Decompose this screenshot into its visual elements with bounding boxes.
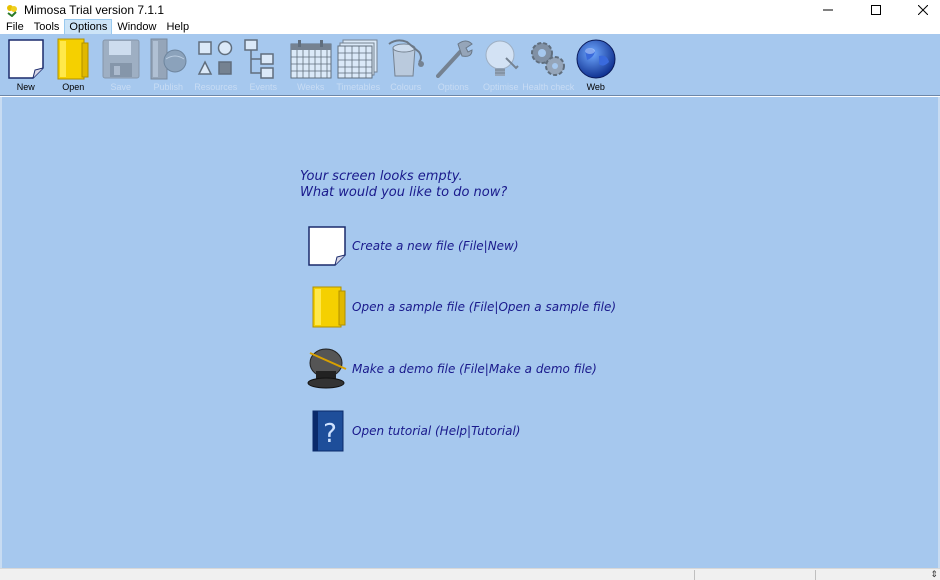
toolbar-label: Options — [437, 82, 469, 92]
resize-grip-icon[interactable]: ⇕ — [930, 569, 938, 580]
menu-file[interactable]: File — [2, 20, 28, 34]
action-label: Create a new file (File|New) — [352, 239, 519, 253]
toolbar-label: Health check — [522, 82, 575, 92]
make-demo-file-link[interactable]: Make a demo file (File|Make a demo file) — [305, 346, 597, 392]
toolbar-health-check-button[interactable]: Health check — [522, 34, 575, 96]
menu-tools[interactable]: Tools — [30, 20, 64, 34]
toolbar-label: Resources — [194, 82, 238, 92]
close-button[interactable] — [907, 0, 938, 20]
paint-bucket-icon — [384, 36, 428, 82]
status-divider — [694, 570, 695, 580]
lightbulb-icon — [479, 36, 523, 82]
globe-icon — [574, 36, 618, 82]
action-label: Open a sample file (File|Open a sample f… — [352, 300, 617, 314]
action-label: Make a demo file (File|Make a demo file) — [352, 362, 597, 376]
tree-diagram-icon — [241, 36, 285, 82]
toolbar-label: Colours — [390, 82, 422, 92]
empty-message-line2: What would you like to do now? — [300, 185, 508, 200]
empty-message: Your screen looks empty. What would you … — [300, 169, 507, 201]
gears-icon — [526, 36, 570, 82]
workspace: Your screen looks empty. What would you … — [0, 97, 940, 568]
mimosa-app-icon[interactable] — [5, 3, 19, 18]
toolbar-label: Save — [110, 82, 131, 92]
toolbar-colours-button[interactable]: Colours — [382, 34, 430, 96]
open-sample-file-link[interactable]: Open a sample file (File|Open a sample f… — [305, 284, 616, 330]
new-file-icon — [4, 36, 48, 82]
create-new-file-link[interactable]: Create a new file (File|New) — [305, 223, 519, 269]
menu-window[interactable]: Window — [113, 20, 160, 34]
empty-message-line1: Your screen looks empty. — [300, 169, 463, 184]
toolbar-label: Timetables — [336, 82, 381, 92]
help-book-icon: ? — [305, 408, 349, 454]
svg-text:?: ? — [323, 419, 337, 449]
toolbar-web-button[interactable]: Web — [572, 34, 620, 96]
toolbar-label: New — [16, 82, 35, 92]
toolbar-label: Optimise — [482, 82, 519, 92]
toolbar: New Open Save Publish Resources Events W… — [0, 34, 940, 96]
title-bar: Mimosa Trial version 7.1.1 — [0, 0, 940, 20]
open-tutorial-link[interactable]: ? Open tutorial (Help|Tutorial) — [305, 408, 521, 454]
toolbar-label: Weeks — [297, 82, 325, 92]
maximize-button[interactable] — [860, 0, 891, 20]
wrench-icon — [431, 36, 475, 82]
toolbar-publish-button[interactable]: Publish — [145, 34, 193, 96]
toolbar-new-button[interactable]: New — [2, 34, 50, 96]
toolbar-timetables-button[interactable]: Timetables — [335, 34, 383, 96]
toolbar-save-button[interactable]: Save — [97, 34, 145, 96]
toolbar-open-button[interactable]: Open — [50, 34, 98, 96]
status-divider — [815, 570, 816, 580]
window-title: Mimosa Trial version 7.1.1 — [24, 3, 165, 17]
toolbar-options-button[interactable]: Options — [430, 34, 478, 96]
magic-hat-icon — [305, 346, 349, 392]
menu-options[interactable]: Options — [64, 19, 113, 35]
new-file-icon — [305, 223, 349, 269]
status-bar: ⇕ — [0, 568, 940, 580]
menu-bar: File Tools Options Window Help — [0, 19, 940, 35]
toolbar-events-button[interactable]: Events — [240, 34, 288, 96]
folder-icon — [305, 284, 349, 330]
toolbar-label: Open — [62, 82, 85, 92]
toolbar-resources-button[interactable]: Resources — [192, 34, 240, 96]
toolbar-label: Events — [249, 82, 277, 92]
toolbar-optimise-button[interactable]: Optimise — [477, 34, 525, 96]
toolbar-label: Publish — [153, 82, 184, 92]
calendar-icon — [289, 36, 333, 82]
toolbar-weeks-button[interactable]: Weeks — [287, 34, 335, 96]
toolbar-label: Web — [586, 82, 605, 92]
folder-icon — [51, 36, 95, 82]
action-label: Open tutorial (Help|Tutorial) — [352, 424, 521, 438]
menu-help[interactable]: Help — [162, 20, 193, 34]
minimize-button[interactable] — [812, 0, 843, 20]
timetable-grid-icon — [336, 36, 380, 82]
floppy-disk-icon — [99, 36, 143, 82]
publish-icon — [146, 36, 190, 82]
shapes-icon — [194, 36, 238, 82]
